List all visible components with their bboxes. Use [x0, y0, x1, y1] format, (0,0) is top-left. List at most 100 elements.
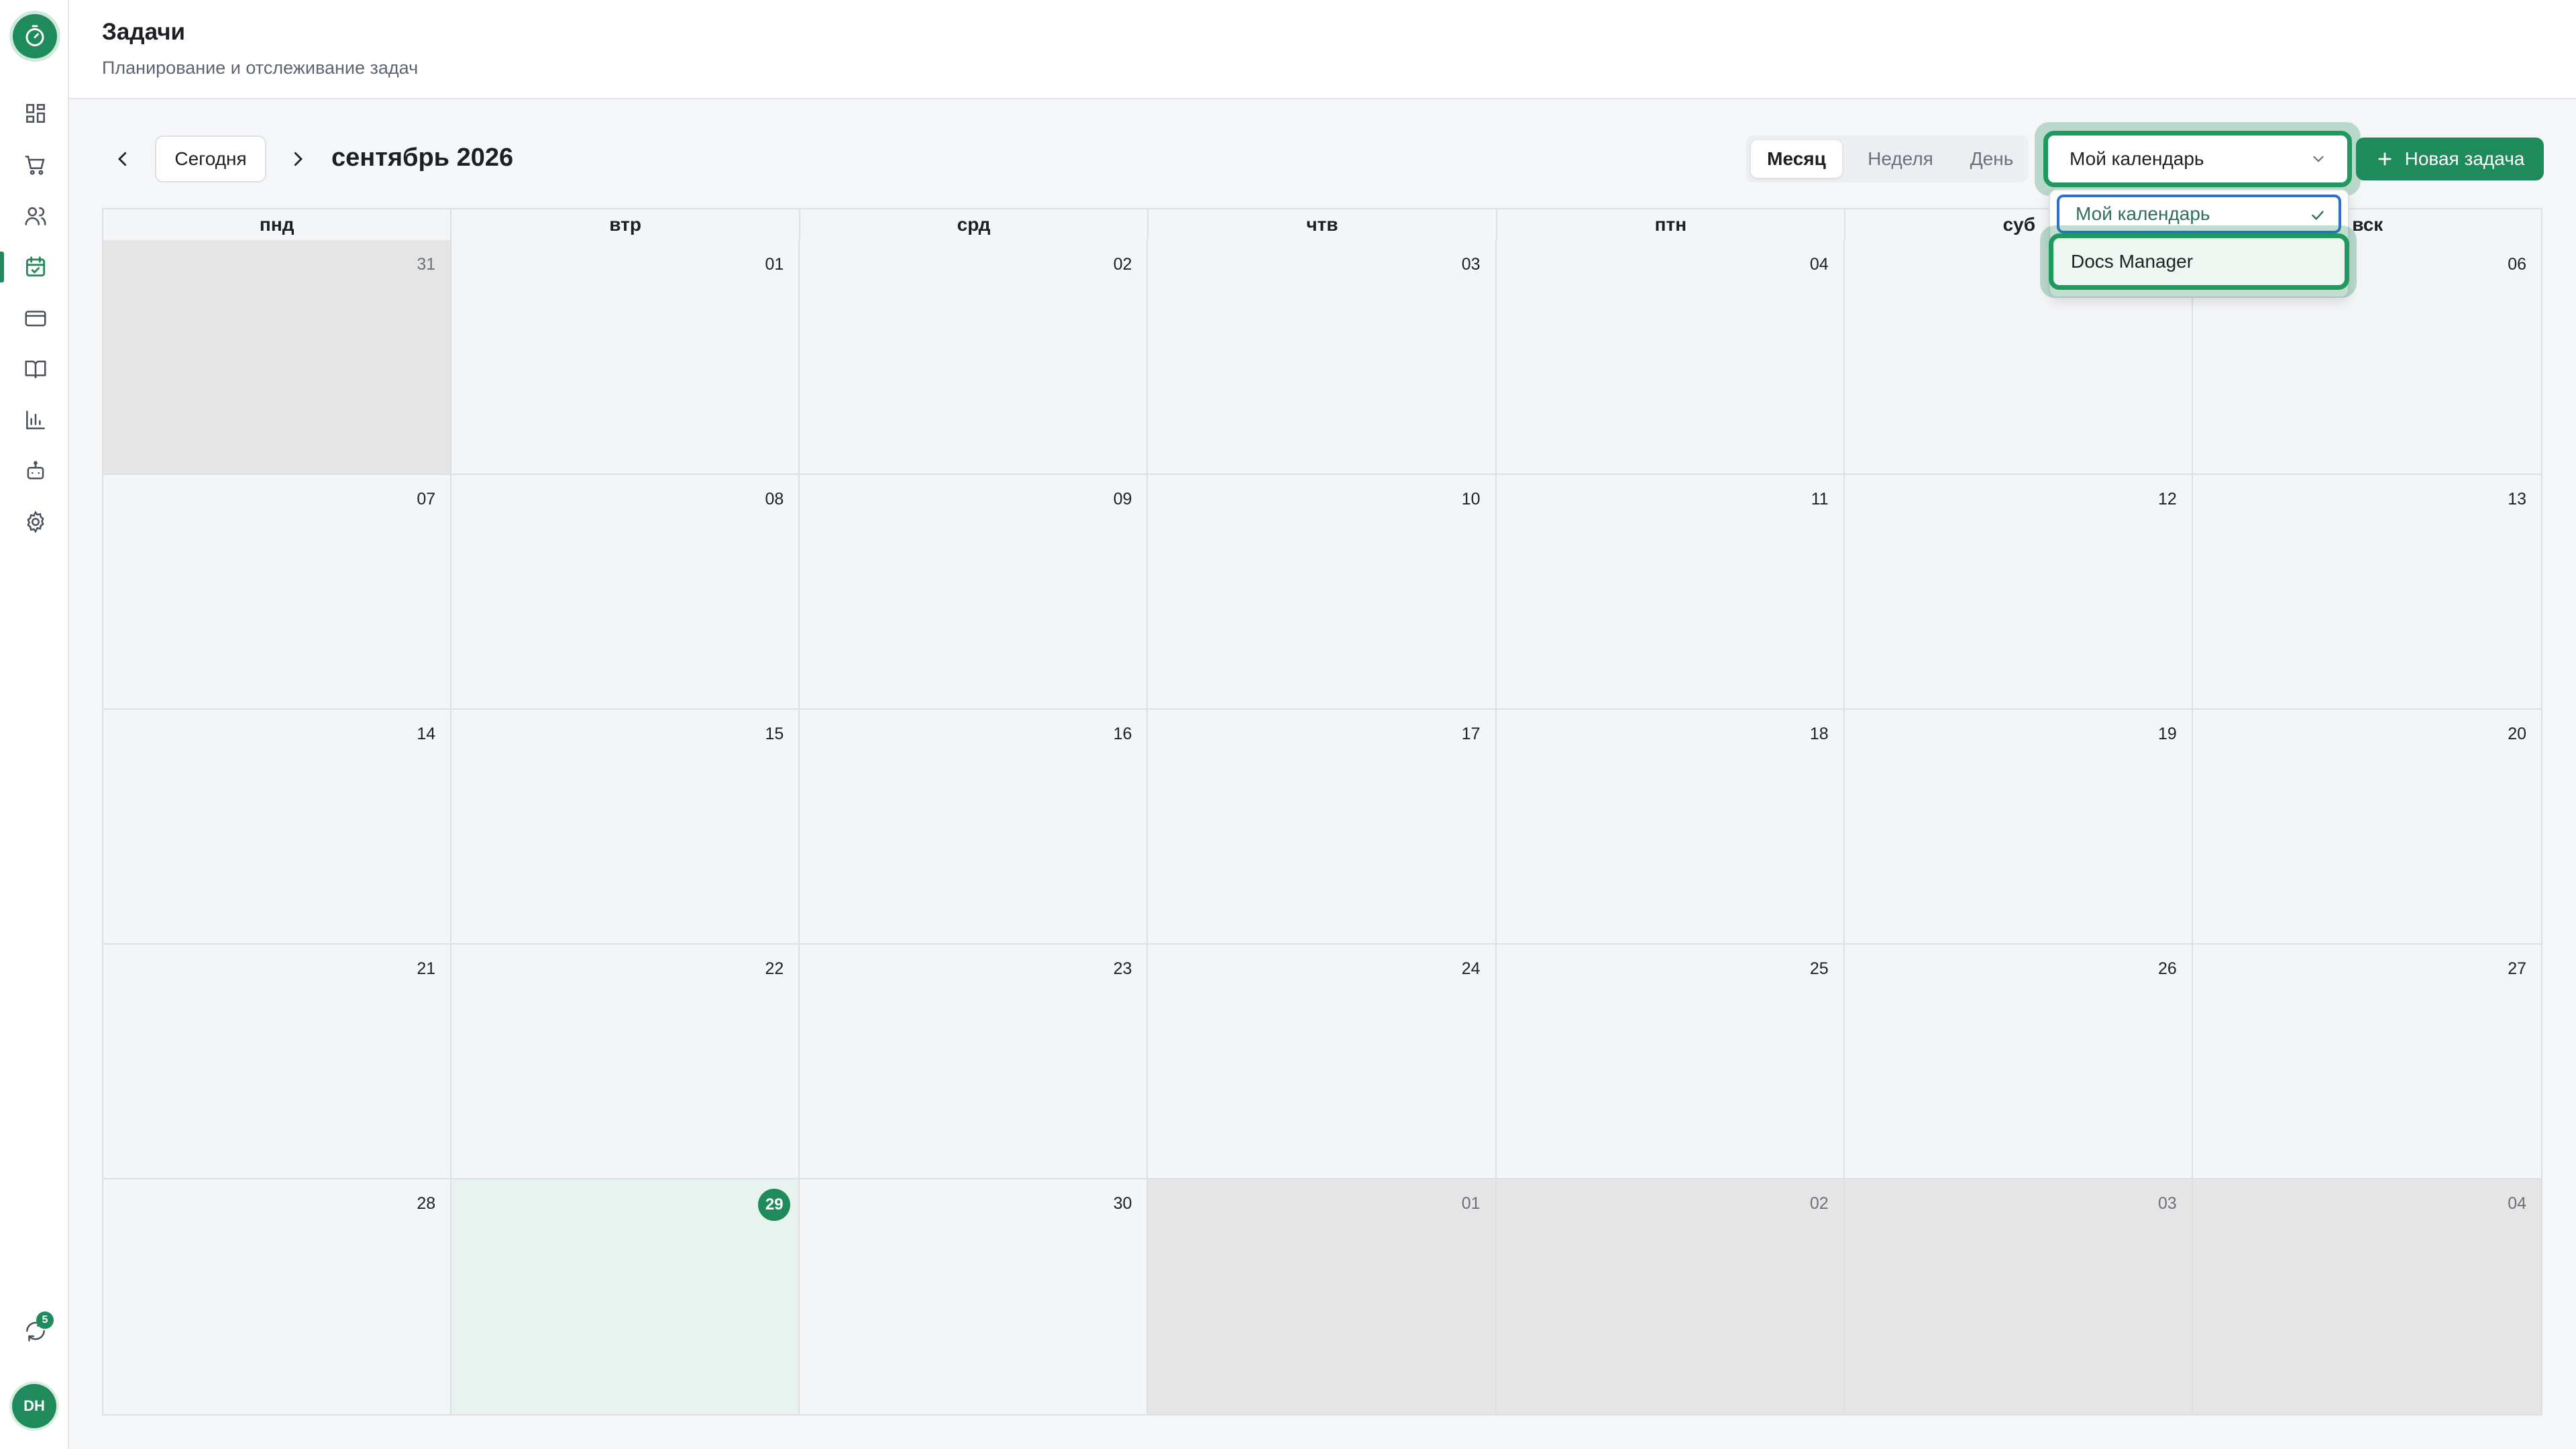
- view-day-button[interactable]: День: [1958, 140, 2025, 178]
- day-cell[interactable]: 27: [2192, 945, 2541, 1179]
- day-number: 23: [1113, 959, 1132, 978]
- day-number: 25: [1809, 959, 1829, 978]
- sync-button[interactable]: 5: [20, 1311, 54, 1346]
- day-cell[interactable]: 02: [800, 240, 1148, 475]
- day-cell[interactable]: 23: [800, 945, 1148, 1179]
- day-number: 17: [1461, 724, 1481, 743]
- day-cell[interactable]: 04: [1496, 240, 1845, 475]
- weekday-label: пнд: [103, 209, 452, 240]
- day-cell[interactable]: 17: [1148, 710, 1497, 945]
- sidebar-item-users[interactable]: [20, 201, 51, 231]
- dropdown-option-docs-manager[interactable]: Docs Manager: [2049, 233, 2349, 290]
- day-cell[interactable]: 13: [2192, 475, 2541, 710]
- day-number: 07: [417, 490, 436, 508]
- next-month-button[interactable]: [279, 140, 317, 178]
- day-cell-today[interactable]: 29: [451, 1179, 800, 1414]
- chevron-down-icon: [2313, 156, 2324, 162]
- avatar[interactable]: DH: [12, 1384, 56, 1428]
- sidebar-item-cart[interactable]: [20, 150, 51, 180]
- gear-icon: [27, 511, 44, 533]
- day-number: 10: [1461, 490, 1481, 508]
- sidebar-item-dashboard[interactable]: [20, 98, 51, 129]
- book-icon: [25, 360, 46, 378]
- dashboard-icon: [26, 104, 45, 123]
- weekday-label: срд: [800, 209, 1149, 240]
- day-number: 14: [417, 724, 436, 743]
- sidebar-item-tasks[interactable]: [0, 252, 51, 282]
- day-number: 21: [417, 959, 436, 978]
- day-number: 27: [2508, 959, 2526, 978]
- day-number: 03: [2158, 1194, 2177, 1213]
- day-number: 12: [2158, 490, 2177, 508]
- weekday-label: чтв: [1148, 209, 1497, 240]
- sidebar-item-payments[interactable]: [20, 303, 51, 333]
- view-month-button[interactable]: Месяц: [1751, 140, 1842, 178]
- day-cell[interactable]: 25: [1496, 945, 1845, 1179]
- day-number: 01: [1461, 1194, 1481, 1213]
- day-cell[interactable]: 02: [1496, 1179, 1845, 1414]
- day-cell[interactable]: 08: [451, 475, 800, 710]
- prev-month-button[interactable]: [104, 140, 142, 178]
- day-cell[interactable]: 19: [1844, 710, 2193, 945]
- bot-icon: [27, 461, 44, 480]
- timer-logo-icon[interactable]: [13, 14, 57, 58]
- day-number: 15: [765, 724, 784, 743]
- day-cell[interactable]: 14: [103, 710, 452, 945]
- month-calendar: пнд втр срд чтв птн суб вск 310102030405…: [102, 208, 2542, 1415]
- page-subtitle: Планирование и отслеживание задач: [102, 58, 419, 78]
- card-icon: [25, 311, 46, 327]
- day-cell[interactable]: 10: [1148, 475, 1497, 710]
- sidebar-item-bot[interactable]: [20, 455, 51, 486]
- day-cell[interactable]: 04: [2192, 1179, 2541, 1414]
- day-cell[interactable]: 24: [1148, 945, 1497, 1179]
- day-cell[interactable]: 21: [103, 945, 452, 1179]
- day-number: 24: [1461, 959, 1481, 978]
- chevron-left-icon: [118, 152, 127, 166]
- day-cell[interactable]: 28: [103, 1179, 452, 1414]
- view-week-button[interactable]: Неделя: [1850, 140, 1951, 178]
- calendar-select[interactable]: Мой календарь: [2043, 131, 2352, 187]
- new-task-button[interactable]: Новая задача: [2356, 138, 2544, 180]
- today-button[interactable]: Сегодня: [155, 136, 266, 182]
- day-cell[interactable]: 01: [1148, 1179, 1497, 1414]
- day-cell[interactable]: 09: [800, 475, 1148, 710]
- day-cell[interactable]: 26: [1844, 945, 2193, 1179]
- day-number: 03: [1461, 255, 1481, 274]
- weekday-label: втр: [451, 209, 800, 240]
- day-number: 04: [1809, 255, 1829, 274]
- chevron-right-icon: [294, 152, 303, 166]
- page-header: Задачи Планирование и отслеживание задач: [69, 0, 2576, 99]
- day-number: 29: [758, 1189, 791, 1221]
- day-cell[interactable]: 16: [800, 710, 1148, 945]
- sidebar-item-analytics[interactable]: [20, 405, 51, 435]
- day-number: 02: [1809, 1194, 1829, 1213]
- day-cell[interactable]: 01: [451, 240, 800, 475]
- sidebar-item-docs[interactable]: [20, 354, 51, 384]
- day-cell[interactable]: 18: [1496, 710, 1845, 945]
- day-cell[interactable]: 03: [1148, 240, 1497, 475]
- dropdown-option-label: Мой календарь: [2076, 203, 2210, 224]
- sidebar-item-settings[interactable]: [20, 506, 51, 537]
- day-number: 11: [1811, 490, 1829, 508]
- day-cell[interactable]: 22: [451, 945, 800, 1179]
- day-number: 31: [417, 255, 436, 274]
- day-number: 04: [2508, 1194, 2526, 1213]
- day-cell[interactable]: 15: [451, 710, 800, 945]
- day-number: 06: [2508, 255, 2526, 274]
- day-number: 19: [2158, 724, 2177, 743]
- cart-icon: [25, 156, 45, 175]
- day-cell[interactable]: 11: [1496, 475, 1845, 710]
- weekday-label: птн: [1497, 209, 1846, 240]
- calendar-select-value: Мой календарь: [2070, 148, 2204, 169]
- day-number: 13: [2508, 490, 2526, 508]
- day-cell[interactable]: 20: [2192, 710, 2541, 945]
- day-cell[interactable]: 07: [103, 475, 452, 710]
- day-cell[interactable]: 12: [1844, 475, 2193, 710]
- day-cell[interactable]: 31: [103, 240, 452, 475]
- month-title: сентябрь 2026: [331, 144, 514, 172]
- calendar-check-icon: [25, 256, 46, 277]
- day-cell[interactable]: 30: [800, 1179, 1148, 1414]
- day-cell[interactable]: 03: [1844, 1179, 2193, 1414]
- day-number: 18: [1809, 724, 1829, 743]
- day-number: 22: [765, 959, 784, 978]
